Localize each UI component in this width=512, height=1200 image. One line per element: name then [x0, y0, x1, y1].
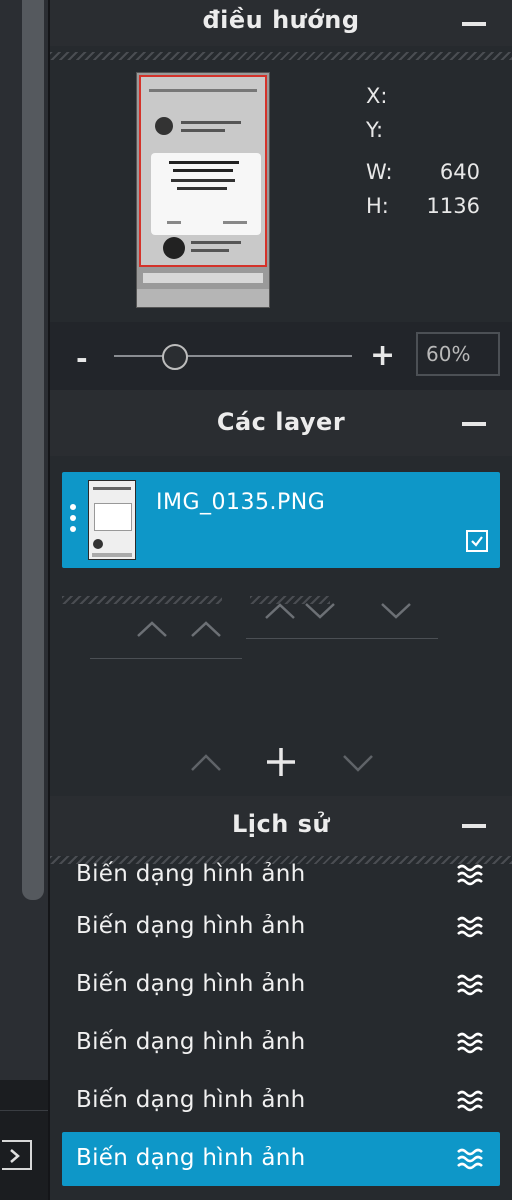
chevron-up-icon [191, 621, 221, 637]
collapse-history-button[interactable] [462, 824, 486, 828]
zoom-out-button[interactable]: - [76, 342, 88, 375]
navigator-panel: điều hướng X: Y: W: 640 H: 1136 - + 60% [50, 0, 512, 390]
transform-wave-icon [457, 916, 483, 938]
layers-header: Các layer [50, 390, 512, 456]
transform-wave-icon [457, 1148, 483, 1170]
zoom-slider-track[interactable] [114, 355, 352, 357]
ghost-underline [246, 638, 438, 639]
ghost-underline [90, 658, 242, 659]
layers-panel: Các layer IMG_0135.PNG [50, 390, 512, 796]
zoom-input[interactable]: 60% [416, 332, 500, 376]
history-item-label: Biến dạng hình ảnh [76, 1145, 306, 1171]
navigator-preview[interactable] [136, 72, 270, 308]
history-header: Lịch sử [50, 796, 512, 856]
layers-title: Các layer [216, 408, 346, 436]
history-item[interactable]: Biến dạng hình ảnh [62, 900, 500, 954]
chevron-up-icon [265, 603, 295, 619]
chevron-down-icon [305, 603, 335, 619]
chevron-right-icon [10, 1149, 20, 1163]
history-item[interactable]: Biến dạng hình ảnh [62, 1016, 500, 1070]
history-item[interactable]: Biến dạng hình ảnh [62, 958, 500, 1012]
layer-toolbar [50, 742, 512, 796]
collapse-navigator-button[interactable] [462, 22, 486, 26]
zoom-in-button[interactable]: + [370, 338, 395, 373]
history-title: Lịch sử [231, 810, 331, 838]
hatch-divider [50, 52, 512, 60]
collapse-layers-button[interactable] [462, 422, 486, 426]
separator [0, 1110, 48, 1111]
history-item-label: Biến dạng hình ảnh [76, 913, 306, 939]
move-layer-down-icon[interactable] [338, 742, 378, 782]
history-item-active[interactable]: Biến dạng hình ảnh [62, 1132, 500, 1186]
chevron-down-icon [381, 603, 411, 619]
image-info: X: Y: W: 640 H: 1136 [366, 84, 480, 228]
history-panel: Lịch sử Biến dạng hình ảnh Biến dạng hìn… [50, 796, 512, 1200]
history-item[interactable]: Biến dạng hình ảnh [62, 858, 500, 902]
layer-item[interactable]: IMG_0135.PNG [62, 472, 500, 568]
left-toolbar-strip [0, 0, 48, 1200]
layer-thumbnail [88, 480, 136, 560]
height-label: H: [366, 194, 389, 218]
y-label: Y: [366, 118, 384, 142]
width-label: W: [366, 160, 393, 184]
width-value: 640 [439, 160, 480, 184]
history-item-label: Biến dạng hình ảnh [76, 971, 306, 997]
transform-wave-icon [457, 1090, 483, 1112]
check-icon [471, 536, 483, 547]
scrollbar-thumb[interactable] [22, 0, 44, 900]
history-item[interactable]: Biến dạng hình ảnh [62, 1074, 500, 1128]
layer-visibility-checkbox[interactable] [466, 530, 488, 552]
move-layer-up-icon[interactable] [186, 742, 226, 782]
history-item-label: Biến dạng hình ảnh [76, 1029, 306, 1055]
zoom-controls: - + 60% [50, 322, 512, 390]
add-layer-icon[interactable] [261, 742, 301, 782]
transform-wave-icon [457, 1032, 483, 1054]
hatch-divider [62, 596, 222, 604]
history-item-label: Biến dạng hình ảnh [76, 861, 306, 887]
history-item-label: Biến dạng hình ảnh [76, 1087, 306, 1113]
chevron-up-icon [137, 621, 167, 637]
navigator-header: điều hướng [50, 0, 512, 46]
zoom-slider-handle[interactable] [162, 344, 188, 370]
x-label: X: [366, 84, 388, 108]
viewport-indicator[interactable] [139, 75, 267, 267]
transform-wave-icon [457, 864, 483, 886]
collapse-panel-button[interactable] [2, 1140, 32, 1170]
transform-wave-icon [457, 974, 483, 996]
layer-name: IMG_0135.PNG [156, 490, 326, 515]
navigator-title: điều hướng [202, 6, 360, 34]
drag-handle-icon[interactable] [70, 504, 76, 537]
history-list: Biến dạng hình ảnh Biến dạng hình ảnh Bi… [62, 858, 500, 1188]
height-value: 1136 [426, 194, 480, 218]
